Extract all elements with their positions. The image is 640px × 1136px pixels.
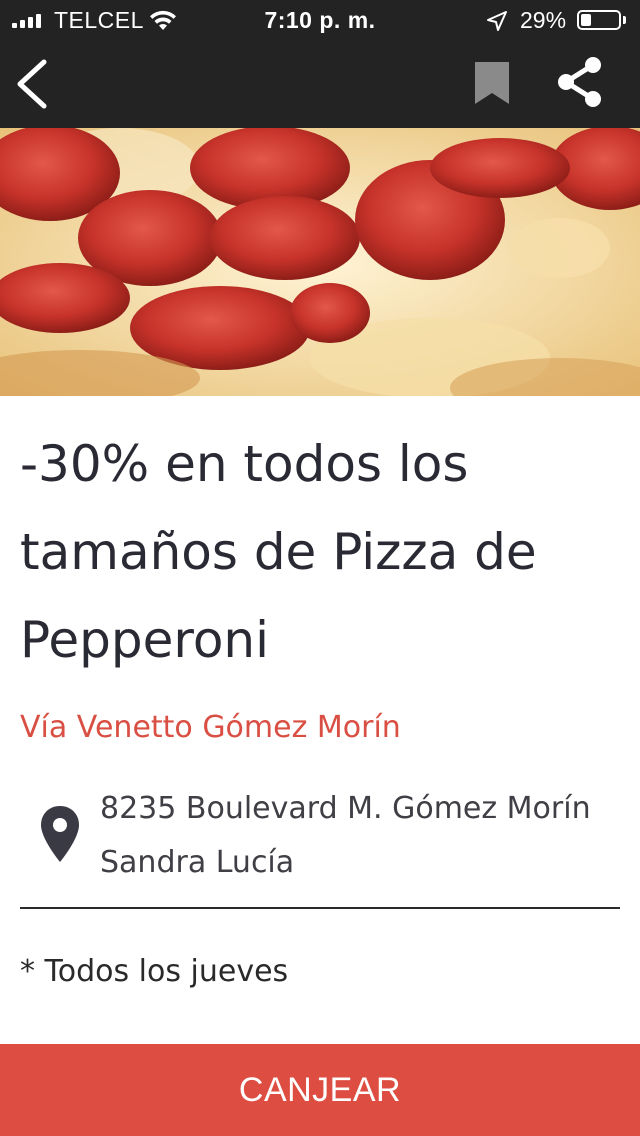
location-pin-icon bbox=[41, 806, 79, 862]
pepperoni-pizza-photo bbox=[0, 128, 640, 396]
battery-level bbox=[581, 14, 591, 26]
battery-icon bbox=[577, 10, 621, 30]
nav-bar bbox=[0, 40, 640, 128]
offer-title: -30% en todos los tamaños de Pizza de Pe… bbox=[20, 435, 537, 669]
offer-detail-screen: TELCEL 7:10 p. m. 29% -30% en todos los … bbox=[0, 0, 640, 1136]
venue-address: 8235 Boulevard M. Gómez Morín Sandra Luc… bbox=[100, 791, 591, 880]
back-button[interactable] bbox=[8, 54, 64, 114]
battery-percent: 29% bbox=[520, 7, 567, 33]
redeem-button[interactable]: CANJEAR bbox=[0, 1044, 640, 1136]
back-chevron-icon bbox=[17, 59, 47, 109]
divider bbox=[20, 907, 620, 909]
status-bar: TELCEL 7:10 p. m. 29% bbox=[0, 0, 640, 40]
bookmark-button[interactable] bbox=[468, 58, 516, 110]
share-button[interactable] bbox=[552, 54, 608, 110]
bookmark-icon bbox=[475, 62, 509, 104]
share-icon bbox=[558, 57, 601, 107]
offer-note: * Todos los jueves bbox=[20, 954, 289, 989]
pizza-illustration bbox=[0, 128, 640, 396]
battery-tip bbox=[623, 16, 626, 24]
location-arrow-icon bbox=[487, 11, 507, 31]
venue-link[interactable]: Vía Venetto Gómez Morín bbox=[20, 710, 401, 745]
